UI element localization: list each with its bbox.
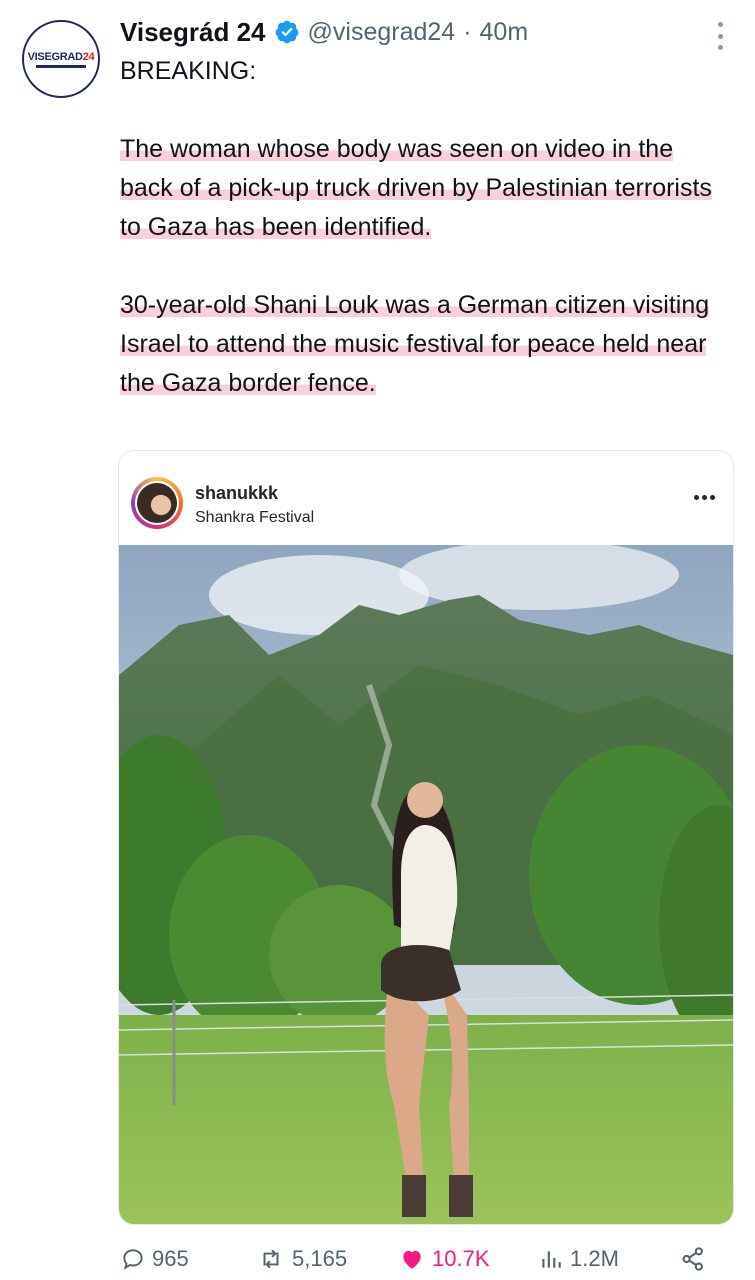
share-icon	[682, 1247, 703, 1271]
embedded-post-header: shanukkk Shankra Festival	[119, 451, 733, 545]
account-handle[interactable]: @visegrad24	[308, 18, 456, 47]
avatar-logo-rule	[36, 64, 86, 68]
avatar-logo-text: VISEGRAD24	[27, 50, 95, 63]
views-icon	[542, 1251, 561, 1268]
tweet-paragraph-1: The woman whose body was seen on video i…	[120, 135, 712, 241]
like-count: 10.7K	[432, 1246, 490, 1271]
repost-button[interactable]: 5,165	[256, 1246, 347, 1272]
verified-badge-icon	[275, 20, 298, 44]
like-button[interactable]: 10.7K	[398, 1246, 490, 1272]
views-button[interactable]: 1.2M	[538, 1246, 619, 1272]
heart-icon	[403, 1250, 421, 1269]
embedded-location: Shankra Festival	[195, 509, 315, 526]
tweet-header: Visegrád 24 @visegrad24 · 40m	[120, 14, 528, 50]
embedded-photo	[119, 545, 733, 1224]
repost-count: 5,165	[292, 1246, 348, 1271]
repost-icon	[263, 1249, 279, 1269]
reply-count: 965	[152, 1246, 189, 1271]
views-count: 1.2M	[570, 1246, 619, 1271]
tweet-timestamp[interactable]: 40m	[480, 18, 529, 47]
tweet-line-breaking: BREAKING:	[120, 57, 257, 85]
reply-icon	[123, 1249, 143, 1270]
more-options-icon[interactable]	[715, 22, 725, 50]
account-avatar[interactable]: VISEGRAD24	[22, 20, 100, 98]
action-bar: 965 5,165 10.7K 1.2M	[118, 1242, 732, 1276]
time-separator: ·	[463, 17, 472, 46]
embedded-more-icon	[694, 495, 715, 500]
embedded-avatar	[131, 477, 183, 529]
share-button[interactable]	[678, 1245, 714, 1273]
tweet-paragraph-2: 30-year-old Shani Louk was a German citi…	[120, 291, 710, 397]
embedded-username: shanukkk	[195, 483, 279, 503]
embedded-media-card[interactable]: shanukkk Shankra Festival	[118, 450, 734, 1225]
tweet-body: BREAKING: The woman whose body was seen …	[120, 52, 730, 403]
reply-button[interactable]: 965	[120, 1246, 189, 1272]
account-name[interactable]: Visegrád 24	[120, 17, 266, 48]
